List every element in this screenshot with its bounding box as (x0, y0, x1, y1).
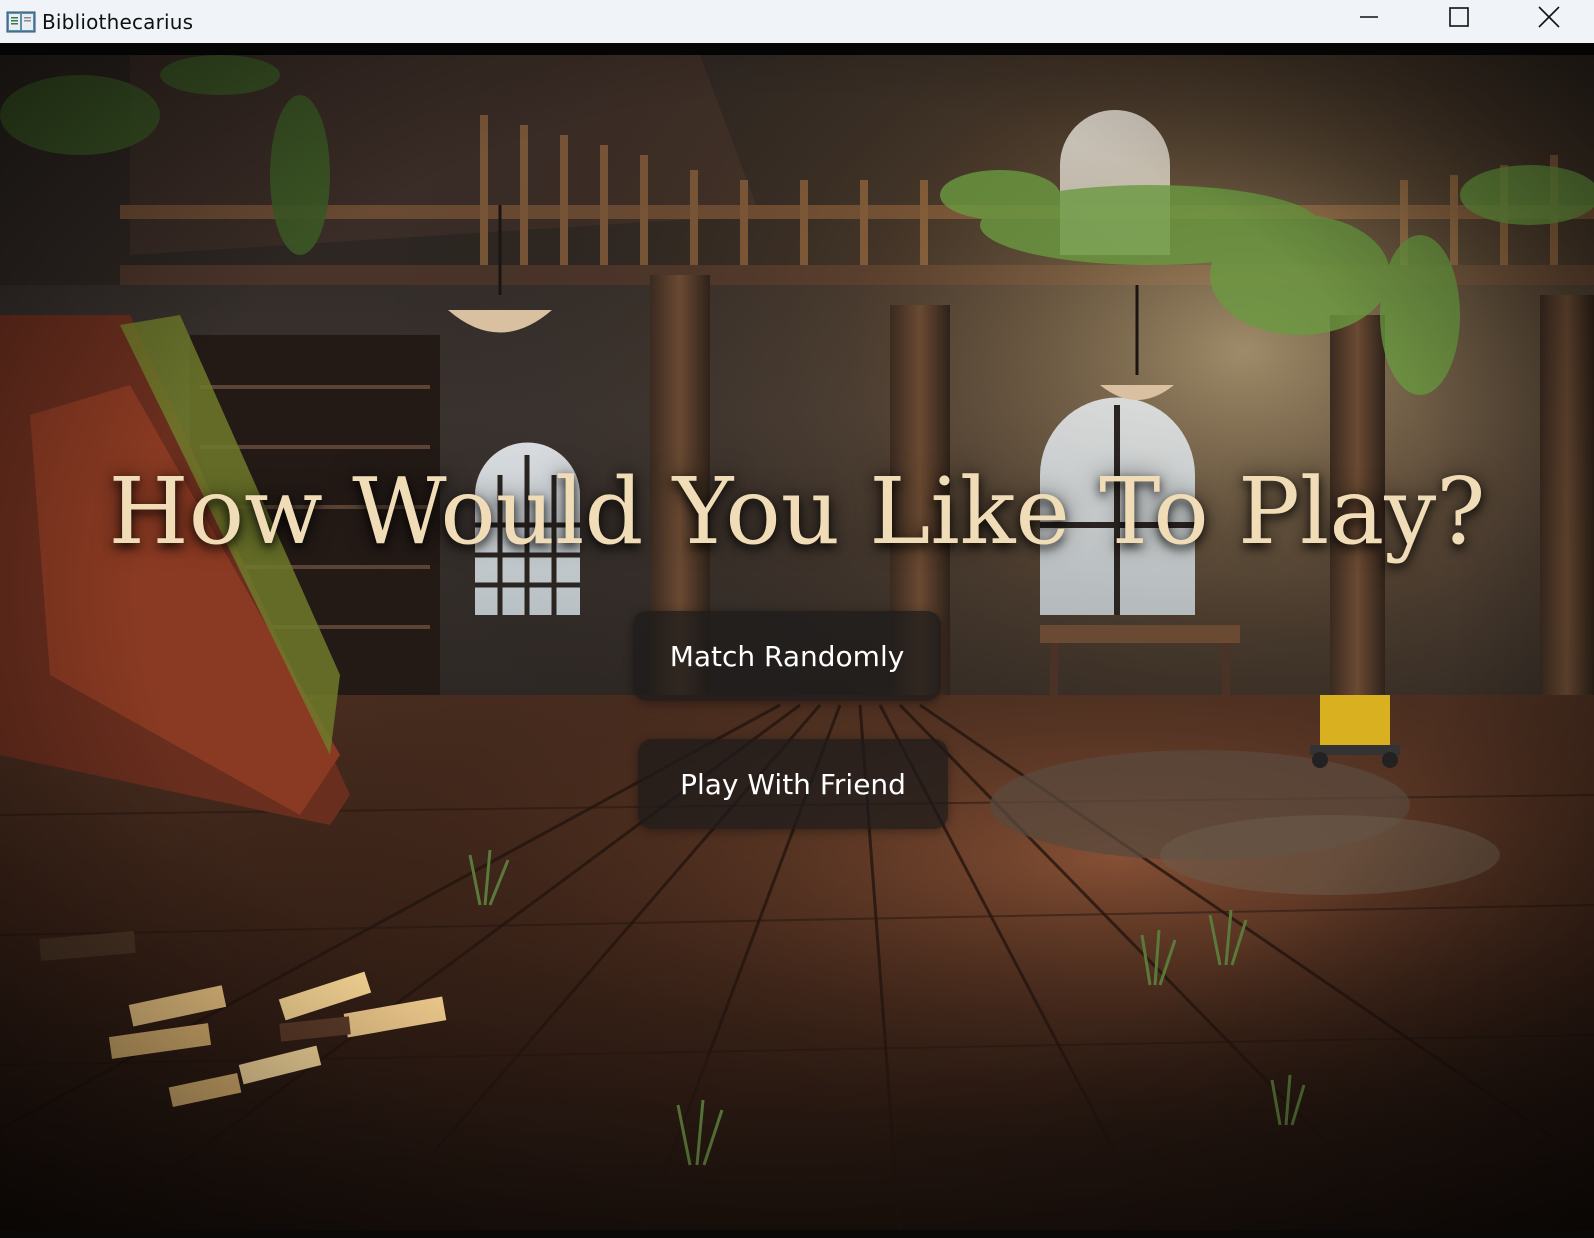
window-controls (1324, 0, 1594, 43)
page-heading: How Would You Like To Play? (108, 458, 1486, 565)
app-window: Bibliothecarius How Would You Like To Pl… (0, 0, 1594, 1238)
play-with-friend-button[interactable]: Play With Friend (638, 739, 948, 829)
library-book-icon (6, 11, 36, 32)
window-title: Bibliothecarius (42, 9, 194, 34)
maximize-icon (1449, 7, 1469, 27)
game-scene: How Would You Like To Play? Match Random… (0, 55, 1594, 1238)
close-button[interactable] (1504, 0, 1594, 34)
match-randomly-button[interactable]: Match Randomly (633, 611, 941, 701)
minimize-button[interactable] (1324, 0, 1414, 34)
window-bottom-edge (0, 1230, 1594, 1238)
title-bar[interactable]: Bibliothecarius (0, 0, 1594, 44)
maximize-button[interactable] (1414, 0, 1504, 34)
window-border (0, 43, 1594, 55)
close-icon (1538, 6, 1560, 28)
minimize-icon (1360, 16, 1378, 18)
